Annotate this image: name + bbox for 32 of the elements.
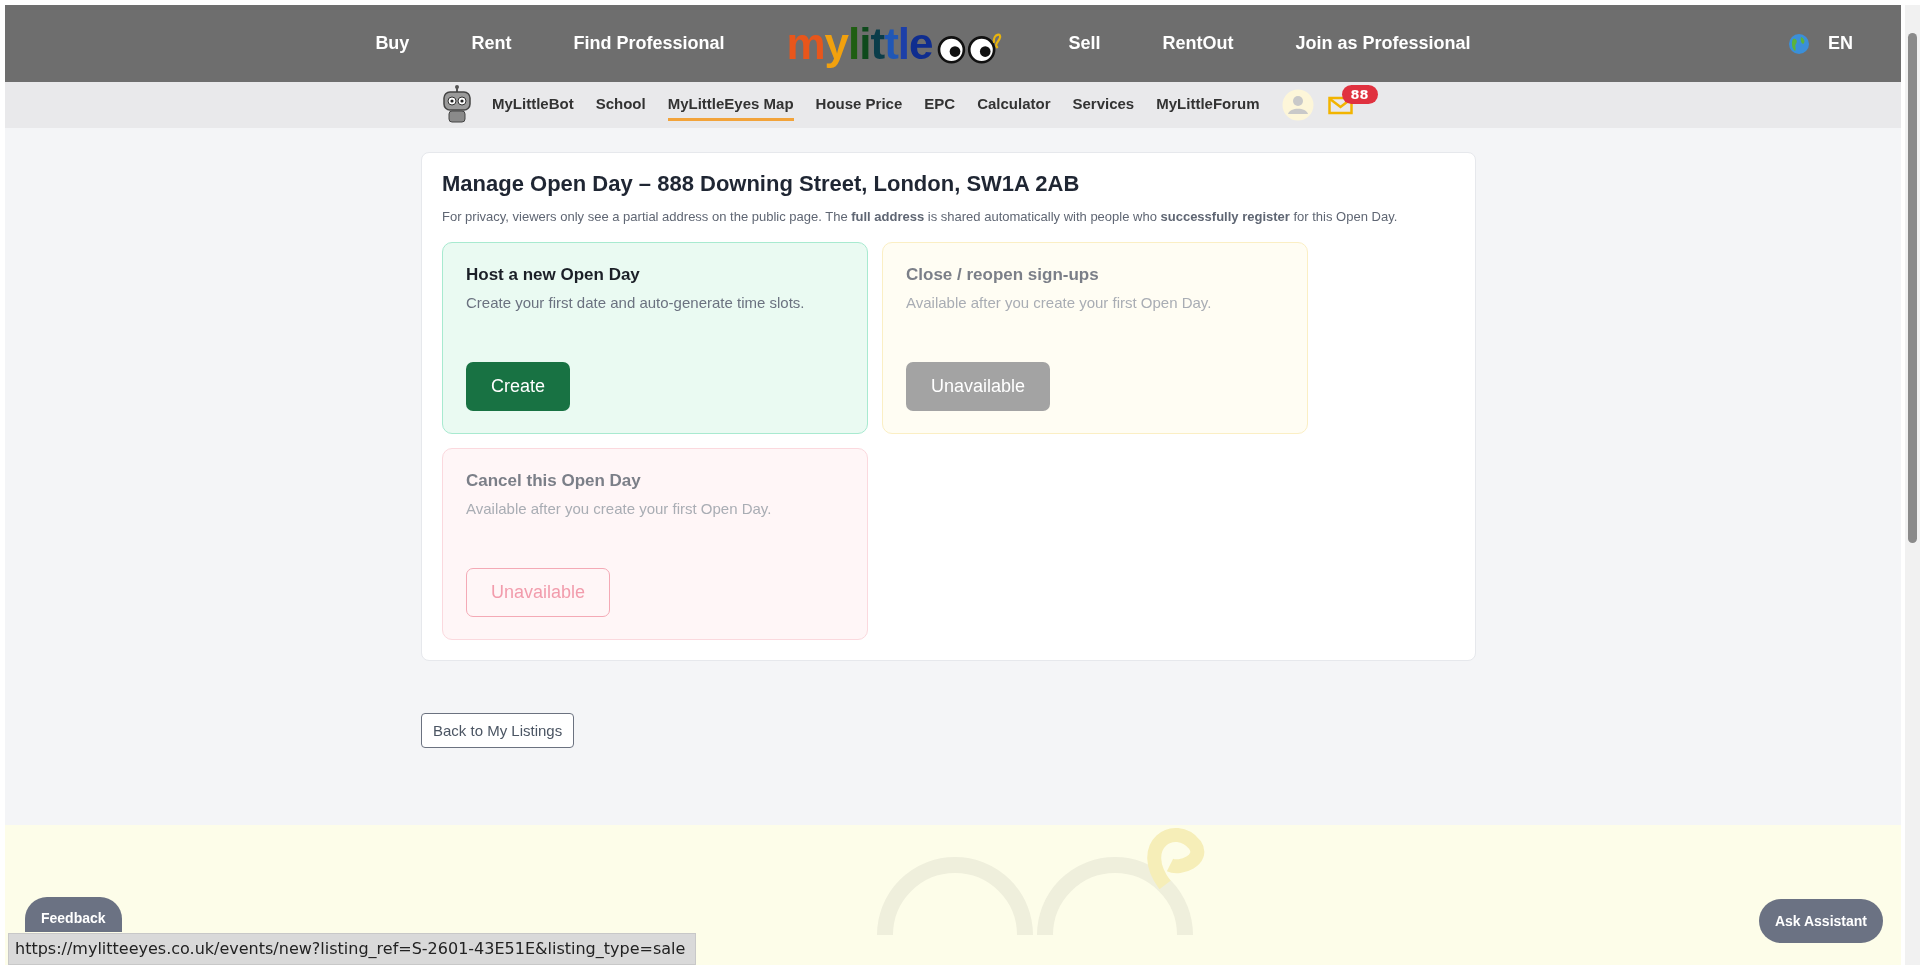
sub-nav-link[interactable]: House Price — [815, 89, 903, 121]
nav-link[interactable]: Buy — [375, 33, 410, 54]
sub-nav-link[interactable]: MyLittleForum — [1156, 89, 1260, 121]
sub-nav-link[interactable]: EPC — [924, 89, 956, 121]
card-title: Cancel this Open Day — [466, 470, 642, 491]
create-button[interactable]: Create — [466, 361, 571, 411]
notification-badge: 88 — [1341, 85, 1378, 104]
card-description: Create your first date and auto-generate time slots. — [466, 293, 806, 311]
sub-nav-link[interactable]: Calculator — [977, 89, 1051, 121]
status-bar-url: https://mylitteeyes.co.uk/events/new?listing_ref=S-2601-43E51E&listing_type=sale — [8, 933, 697, 965]
nav-link[interactable]: Rent — [471, 33, 512, 54]
globe-icon[interactable] — [1788, 32, 1810, 55]
ask-assistant-button[interactable]: Ask Assistant — [1758, 899, 1883, 943]
card-title: Close / reopen sign-ups — [906, 264, 1100, 285]
language-selector[interactable]: EN — [1828, 33, 1853, 54]
nav-link[interactable]: Find Professional — [573, 33, 725, 54]
user-avatar-icon[interactable] — [1281, 89, 1314, 121]
sub-nav-link[interactable]: MyLittleBot — [492, 89, 574, 121]
nav-link[interactable]: Join as Professional — [1295, 33, 1471, 54]
robot-icon[interactable] — [440, 85, 474, 125]
card-description: Available after you create your first Open Day. — [466, 499, 773, 517]
sub-nav-link[interactable]: MyLittleEyes Map — [667, 89, 794, 121]
privacy-note: For privacy, viewers only see a partial address on the public page. The full address is shared automatically with people who successfully register for this Open Day. — [442, 208, 1399, 226]
nav-link[interactable]: Sell — [1068, 33, 1101, 54]
page-title: Manage Open Day – 888 Downing Street, London, SW1A 2AB — [442, 171, 1081, 197]
nav-link[interactable]: RentOut — [1162, 33, 1234, 54]
feedback-button[interactable]: Feedback — [25, 897, 122, 932]
back-button[interactable]: Back to My Listings — [421, 712, 575, 748]
sub-nav-link[interactable]: Services — [1072, 89, 1135, 121]
card-description: Available after you create your first Open Day. — [906, 293, 1213, 311]
sub-nav-link[interactable]: School — [595, 89, 646, 121]
card-title: Host a new Open Day — [466, 264, 641, 285]
